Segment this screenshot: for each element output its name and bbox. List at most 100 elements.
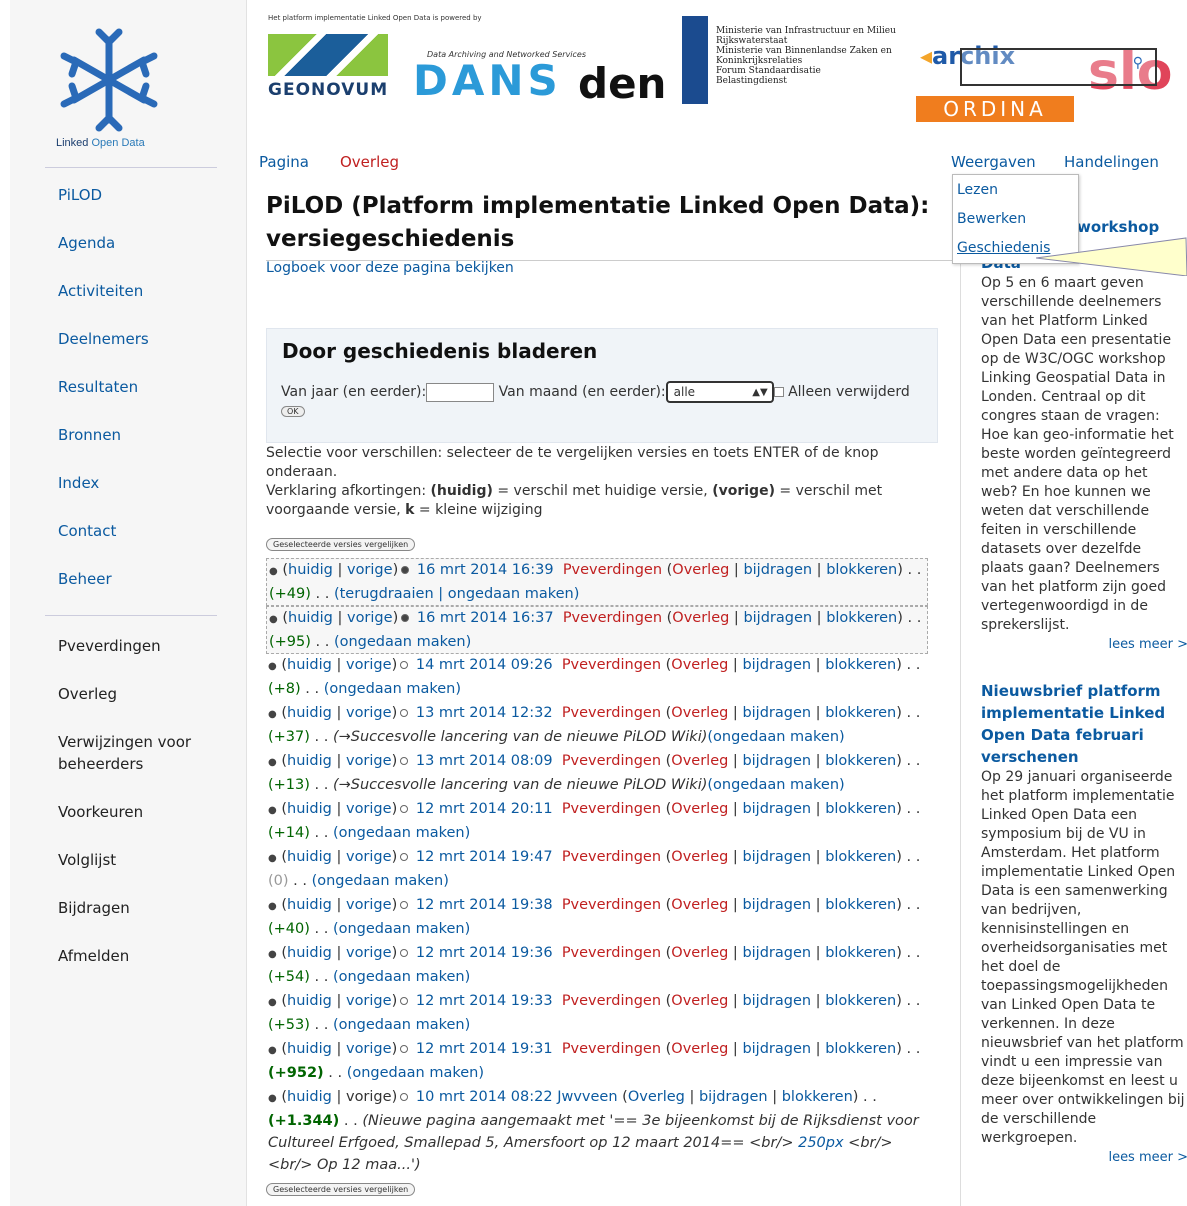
nav-item-deelnemers[interactable]: Deelnemers [58,324,149,372]
user-block-link[interactable]: blokkeren [825,993,896,1009]
logbook-link[interactable]: Logboek voor deze pagina bekijken [266,260,514,276]
tab-weergaven[interactable]: Weergaven [951,153,1036,171]
user-link[interactable]: Pveverdingen [563,562,662,578]
diff-current-link[interactable]: huidig [287,801,332,817]
radio-select[interactable] [400,805,409,813]
menu-item-bewerken[interactable]: Bewerken [953,204,1078,233]
revision-date-link[interactable]: 12 mrt 2014 19:33 [416,993,553,1009]
user-link[interactable]: Pveverdingen [562,1041,661,1057]
undo-links[interactable]: (ongedaan maken) [333,1017,470,1033]
user-link[interactable]: Pveverdingen [562,993,661,1009]
radio-select[interactable] [401,614,410,622]
geonovum-logo[interactable]: GEONOVUM [268,34,398,104]
user-talk-link[interactable]: Overleg [672,562,729,578]
diff-previous-link[interactable]: vorige [346,1041,392,1057]
undo-links[interactable]: (ongedaan maken) [334,634,471,650]
undo-links[interactable]: (ongedaan maken) [707,729,844,745]
radio-select[interactable] [400,757,409,765]
revision-date-link[interactable]: 12 mrt 2014 20:11 [416,801,553,817]
month-select[interactable]: alle ▲▼ [665,381,774,403]
user-nav-preferences[interactable]: Voorkeuren [58,801,208,823]
nav-item-activiteiten[interactable]: Activiteiten [58,276,149,324]
search-box[interactable]: ⚲ [960,48,1157,86]
diff-current-link[interactable]: huidig [287,993,332,1009]
user-block-link[interactable]: blokkeren [825,945,896,961]
undo-links[interactable]: (ongedaan maken) [324,681,461,697]
radio-select[interactable] [400,1045,409,1053]
nav-item-resultaten[interactable]: Resultaten [58,372,149,420]
radio-select[interactable] [400,997,409,1005]
user-block-link[interactable]: blokkeren [825,657,896,673]
diff-current-link[interactable]: huidig [287,705,332,721]
radio-select[interactable] [400,709,409,717]
read-more-link[interactable]: lees meer > [981,1148,1187,1167]
user-talk-link[interactable]: Overleg [671,849,728,865]
search-icon[interactable]: ⚲ [1133,55,1143,71]
user-contributions-link[interactable]: bijdragen [743,610,812,626]
nav-item-pilod[interactable]: PiLOD [58,180,149,228]
user-block-link[interactable]: blokkeren [826,562,897,578]
undo-links[interactable]: (ongedaan maken) [333,969,470,985]
revision-date-link[interactable]: 13 mrt 2014 12:32 [416,705,553,721]
user-contributions-link[interactable]: bijdragen [742,993,811,1009]
undo-links[interactable]: (ongedaan maken) [312,873,449,889]
diff-current-link[interactable]: huidig [287,897,332,913]
compare-versions-button-bottom[interactable]: Geselecteerde versies vergelijken [266,1183,416,1196]
user-talk-link[interactable]: Overleg [628,1089,685,1105]
user-link[interactable]: Pveverdingen [563,610,662,626]
diff-current-link[interactable]: huidig [287,849,332,865]
undo-links[interactable]: (ongedaan maken) [333,921,470,937]
user-link[interactable]: Pveverdingen [562,657,661,673]
user-contributions-link[interactable]: bijdragen [742,849,811,865]
tab-overleg[interactable]: Overleg [340,153,399,171]
radio-select[interactable] [400,949,409,957]
user-contributions-link[interactable]: bijdragen [742,657,811,673]
undo-links[interactable]: (ongedaan maken) [333,825,470,841]
user-contributions-link[interactable]: bijdragen [742,897,811,913]
diff-previous-link[interactable]: vorige [346,993,392,1009]
den-logo[interactable]: den [578,62,666,106]
tab-handelingen[interactable]: Handelingen [1064,153,1159,171]
deleted-only-checkbox[interactable] [773,387,784,397]
undo-links[interactable]: (terugdraaien | ongedaan maken) [334,586,579,602]
user-block-link[interactable]: blokkeren [825,705,896,721]
user-talk-link[interactable]: Overleg [671,705,728,721]
user-talk-link[interactable]: Overleg [671,945,728,961]
nav-item-index[interactable]: Index [58,468,149,516]
user-contributions-link[interactable]: bijdragen [743,562,812,578]
user-block-link[interactable]: blokkeren [826,610,897,626]
diff-previous-link[interactable]: vorige [346,753,392,769]
user-link[interactable]: Pveverdingen [562,945,661,961]
nav-item-bronnen[interactable]: Bronnen [58,420,149,468]
government-logo[interactable]: Ministerie van Infrastructuur en Milieu … [682,16,922,106]
user-talk-link[interactable]: Overleg [671,1041,728,1057]
tab-pagina[interactable]: Pagina [259,153,309,171]
user-nav-watchlist[interactable]: Volglijst [58,849,208,871]
revision-date-link[interactable]: 16 mrt 2014 16:39 [417,562,554,578]
undo-links[interactable]: (ongedaan maken) [347,1065,484,1081]
undo-links[interactable]: (ongedaan maken) [707,777,844,793]
ordina-logo[interactable]: ORDINA [916,96,1074,122]
user-talk-link[interactable]: Overleg [672,610,729,626]
diff-current-link[interactable]: huidig [288,562,333,578]
user-talk-link[interactable]: Overleg [671,657,728,673]
diff-current-link[interactable]: huidig [288,610,333,626]
diff-current-link[interactable]: huidig [287,945,332,961]
diff-previous-link[interactable]: vorige [346,657,392,673]
user-link[interactable]: Pveverdingen [562,897,661,913]
radio-select[interactable] [400,901,409,909]
user-nav-username[interactable]: Pveverdingen [58,635,208,657]
revision-date-link[interactable]: 12 mrt 2014 19:36 [416,945,553,961]
user-talk-link[interactable]: Overleg [671,993,728,1009]
user-link[interactable]: Pveverdingen [562,849,661,865]
diff-current-link[interactable]: huidig [287,1089,332,1105]
diff-previous-link[interactable]: vorige [347,562,393,578]
revision-date-link[interactable]: 13 mrt 2014 08:09 [416,753,553,769]
diff-previous-link[interactable]: vorige [346,801,392,817]
user-contributions-link[interactable]: bijdragen [742,801,811,817]
user-nav-logout[interactable]: Afmelden [58,945,208,967]
user-contributions-link[interactable]: bijdragen [742,705,811,721]
diff-previous-link[interactable]: vorige [346,849,392,865]
nav-item-agenda[interactable]: Agenda [58,228,149,276]
user-link[interactable]: Jwvveen [557,1089,617,1105]
